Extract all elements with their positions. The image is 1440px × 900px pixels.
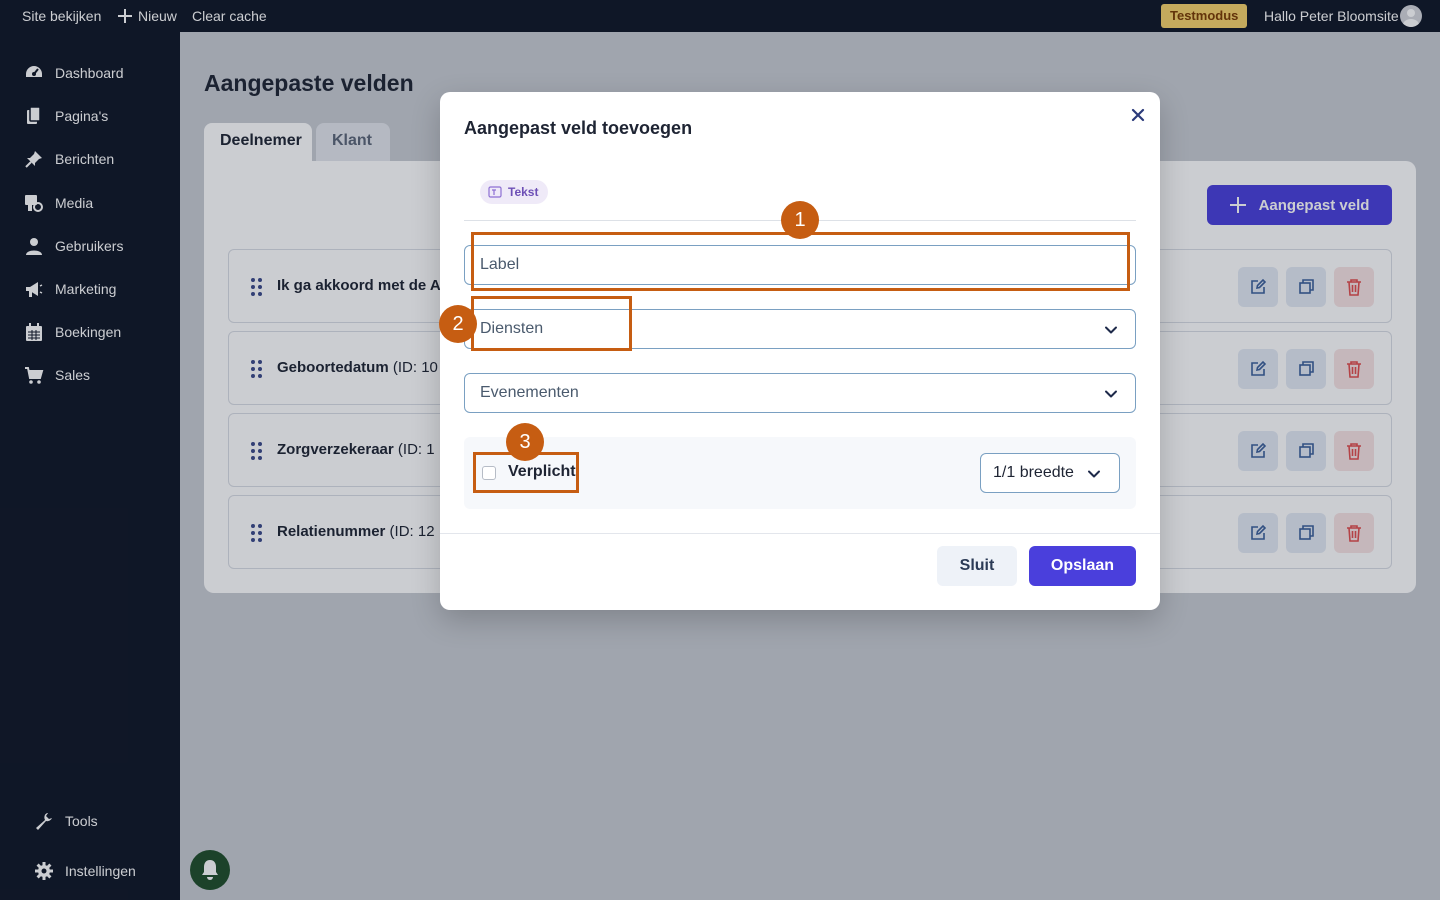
chevron-down-icon <box>1105 326 1117 334</box>
annotation-box-services <box>471 296 632 351</box>
chevron-down-icon <box>1105 390 1117 398</box>
save-button[interactable]: Opslaan <box>1029 546 1136 586</box>
dialog-title: Aangepast veld toevoegen <box>464 118 693 138</box>
chip-label: Tekst <box>508 185 539 199</box>
close-icon[interactable] <box>1129 106 1147 124</box>
annotation-box-label <box>471 232 1130 291</box>
events-select[interactable]: Evenementen <box>464 373 1136 413</box>
add-custom-field-dialog: Aangepast veld toevoegen Tekst Label Die… <box>440 92 1160 610</box>
chevron-down-icon <box>1088 470 1100 478</box>
width-value: 1/1 breedte <box>993 464 1074 481</box>
events-placeholder: Evenementen <box>480 384 579 401</box>
annotation-marker: 1 <box>781 201 819 239</box>
field-type-chip[interactable]: Tekst <box>480 180 549 204</box>
annotation-marker: 3 <box>506 423 544 461</box>
footer-divider <box>440 533 1160 534</box>
width-select[interactable]: 1/1 breedte <box>980 453 1120 493</box>
close-button[interactable]: Sluit <box>937 546 1017 586</box>
text-field-icon <box>488 186 502 198</box>
annotation-marker: 2 <box>439 305 477 343</box>
